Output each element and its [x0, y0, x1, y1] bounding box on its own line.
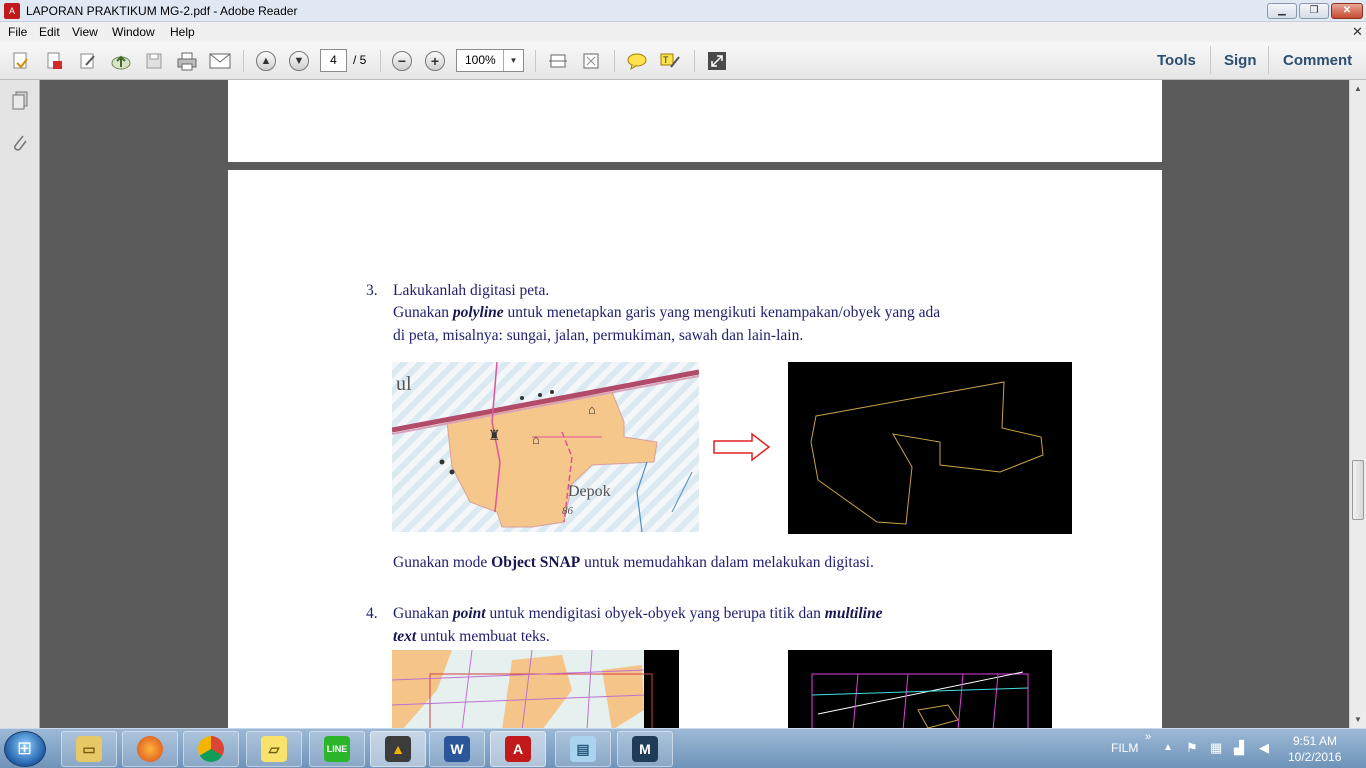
minimize-button[interactable]: ▁: [1267, 3, 1297, 19]
edit-icon[interactable]: [77, 50, 99, 72]
network-icon[interactable]: ▦: [1210, 740, 1222, 756]
bottom-map-image: [392, 650, 679, 728]
scroll-down-icon[interactable]: ▼: [1350, 711, 1366, 728]
map-label-corner: ul: [396, 373, 412, 395]
svg-text:T: T: [663, 55, 669, 65]
signal-icon[interactable]: ▟: [1234, 740, 1244, 756]
scroll-up-icon[interactable]: ▲: [1350, 80, 1366, 97]
highlight-text-icon[interactable]: T: [659, 50, 681, 72]
word-icon: W: [444, 736, 470, 762]
create-pdf-icon[interactable]: [10, 50, 32, 72]
item4-number: 4.: [366, 605, 378, 622]
adobe-reader-taskbar-icon: A: [505, 736, 531, 762]
notepad-icon: ▤: [570, 736, 596, 762]
line-icon: LINE: [324, 736, 350, 762]
fit-page-icon[interactable]: [580, 50, 602, 72]
flag-icon[interactable]: ⚑: [1186, 740, 1198, 756]
open-file-icon[interactable]: [43, 50, 65, 72]
tray-expand-icon[interactable]: »: [1145, 731, 1151, 743]
menu-file[interactable]: File: [8, 25, 27, 39]
taskbar-firefox[interactable]: [122, 731, 178, 767]
chrome-icon: [198, 736, 224, 762]
taskbar-sticky-notes[interactable]: ▱: [246, 731, 302, 767]
taskbar-adobe-reader[interactable]: A: [490, 731, 546, 767]
page-thumbnails-icon[interactable]: [9, 90, 31, 112]
taskbar: ▭ ▱ LINE ▲ W A ▤ M FILM » ▲ 9:51 AM 10/2…: [0, 728, 1366, 768]
vertical-scrollbar[interactable]: ▲ ▼: [1349, 80, 1366, 728]
maximize-button[interactable]: ❐: [1299, 3, 1329, 19]
bottom-digitized-image: [788, 650, 1052, 728]
next-page-icon[interactable]: ▼: [288, 50, 310, 72]
object-snap-instruction: Gunakan mode Object SNAP untuk memudahka…: [393, 554, 874, 571]
item3-line1: Lakukanlah digitasi peta.: [393, 282, 550, 299]
tray-label: FILM: [1111, 741, 1139, 755]
autocad-map-icon: ▲: [385, 736, 411, 762]
svg-text:⌂: ⌂: [532, 432, 540, 447]
map-label-town: Depok: [568, 483, 611, 500]
print-icon[interactable]: [176, 50, 198, 72]
svg-text:⌂: ⌂: [588, 402, 596, 417]
menu-bar: File Edit View Window Help ✕: [0, 22, 1366, 42]
attachments-icon[interactable]: [9, 132, 31, 154]
upload-icon[interactable]: [110, 50, 132, 72]
item3-number: 3.: [366, 282, 378, 299]
tools-button[interactable]: Tools: [1157, 52, 1196, 69]
svg-text:♜: ♜: [488, 427, 501, 443]
page-number-input[interactable]: 4: [320, 49, 347, 72]
autocad-icon: M: [632, 736, 658, 762]
scroll-thumb[interactable]: [1352, 460, 1364, 520]
taskbar-notepad[interactable]: ▤: [555, 731, 611, 767]
sign-button[interactable]: Sign: [1224, 52, 1257, 69]
volume-icon[interactable]: ◀: [1259, 740, 1269, 756]
window-title: LAPORAN PRAKTIKUM MG-2.pdf - Adobe Reade…: [26, 4, 298, 18]
clock-time[interactable]: 9:51 AM: [1293, 734, 1337, 748]
taskbar-autocad[interactable]: M: [617, 731, 673, 767]
folder-icon: ▭: [76, 736, 102, 762]
map-label-number: 86: [562, 505, 574, 517]
fit-width-icon[interactable]: [547, 50, 569, 72]
previous-page: [228, 80, 1162, 162]
sticky-notes-icon: ▱: [261, 736, 287, 762]
start-button[interactable]: [4, 731, 46, 767]
current-page: 3. Lakukanlah digitasi peta. Gunakan pol…: [228, 170, 1162, 728]
full-screen-icon[interactable]: [706, 50, 728, 72]
menu-view[interactable]: View: [72, 25, 98, 39]
topographic-map-image: ♜ ⌂ ⌂ ul Depok 86: [392, 362, 699, 532]
close-document-icon[interactable]: ✕: [1352, 24, 1363, 40]
item3-line2: Gunakan polyline untuk menetapkan garis …: [393, 304, 941, 321]
firefox-icon: [137, 736, 163, 762]
item4-line2: text untuk membuat teks.: [393, 628, 550, 645]
taskbar-line[interactable]: LINE: [309, 731, 365, 767]
zoom-in-icon[interactable]: +: [424, 50, 446, 72]
navigation-pane: [0, 80, 40, 728]
taskbar-autocad-map[interactable]: ▲: [370, 731, 426, 767]
taskbar-word[interactable]: W: [429, 731, 485, 767]
adobe-reader-icon: A: [4, 3, 20, 19]
taskbar-explorer[interactable]: ▭: [61, 731, 117, 767]
item3-line3: di peta, misalnya: sungai, jalan, permuk…: [393, 327, 804, 344]
title-bar: A LAPORAN PRAKTIKUM MG-2.pdf - Adobe Rea…: [0, 0, 1366, 22]
zoom-out-icon[interactable]: −: [391, 50, 413, 72]
previous-page-icon[interactable]: ▲: [255, 50, 277, 72]
menu-help[interactable]: Help: [170, 25, 195, 39]
menu-edit[interactable]: Edit: [39, 25, 60, 39]
comment-button[interactable]: Comment: [1283, 52, 1352, 69]
sticky-note-icon[interactable]: [626, 50, 648, 72]
menu-window[interactable]: Window: [112, 25, 155, 39]
digitized-polyline-image: [788, 362, 1072, 534]
right-arrow-icon: [712, 432, 772, 462]
save-icon[interactable]: [143, 50, 165, 72]
clock-date[interactable]: 10/2/2016: [1288, 750, 1341, 764]
show-hidden-icons[interactable]: ▲: [1163, 742, 1173, 753]
email-icon[interactable]: [209, 50, 231, 72]
taskbar-chrome[interactable]: [183, 731, 239, 767]
page-total: / 5: [353, 53, 367, 67]
close-button[interactable]: ✕: [1331, 3, 1363, 19]
document-area[interactable]: 3. Lakukanlah digitasi peta. Gunakan pol…: [41, 80, 1349, 728]
item4-line1: Gunakan point untuk mendigitasi obyek-ob…: [393, 605, 883, 622]
zoom-dropdown-icon[interactable]: ▼: [503, 50, 523, 71]
